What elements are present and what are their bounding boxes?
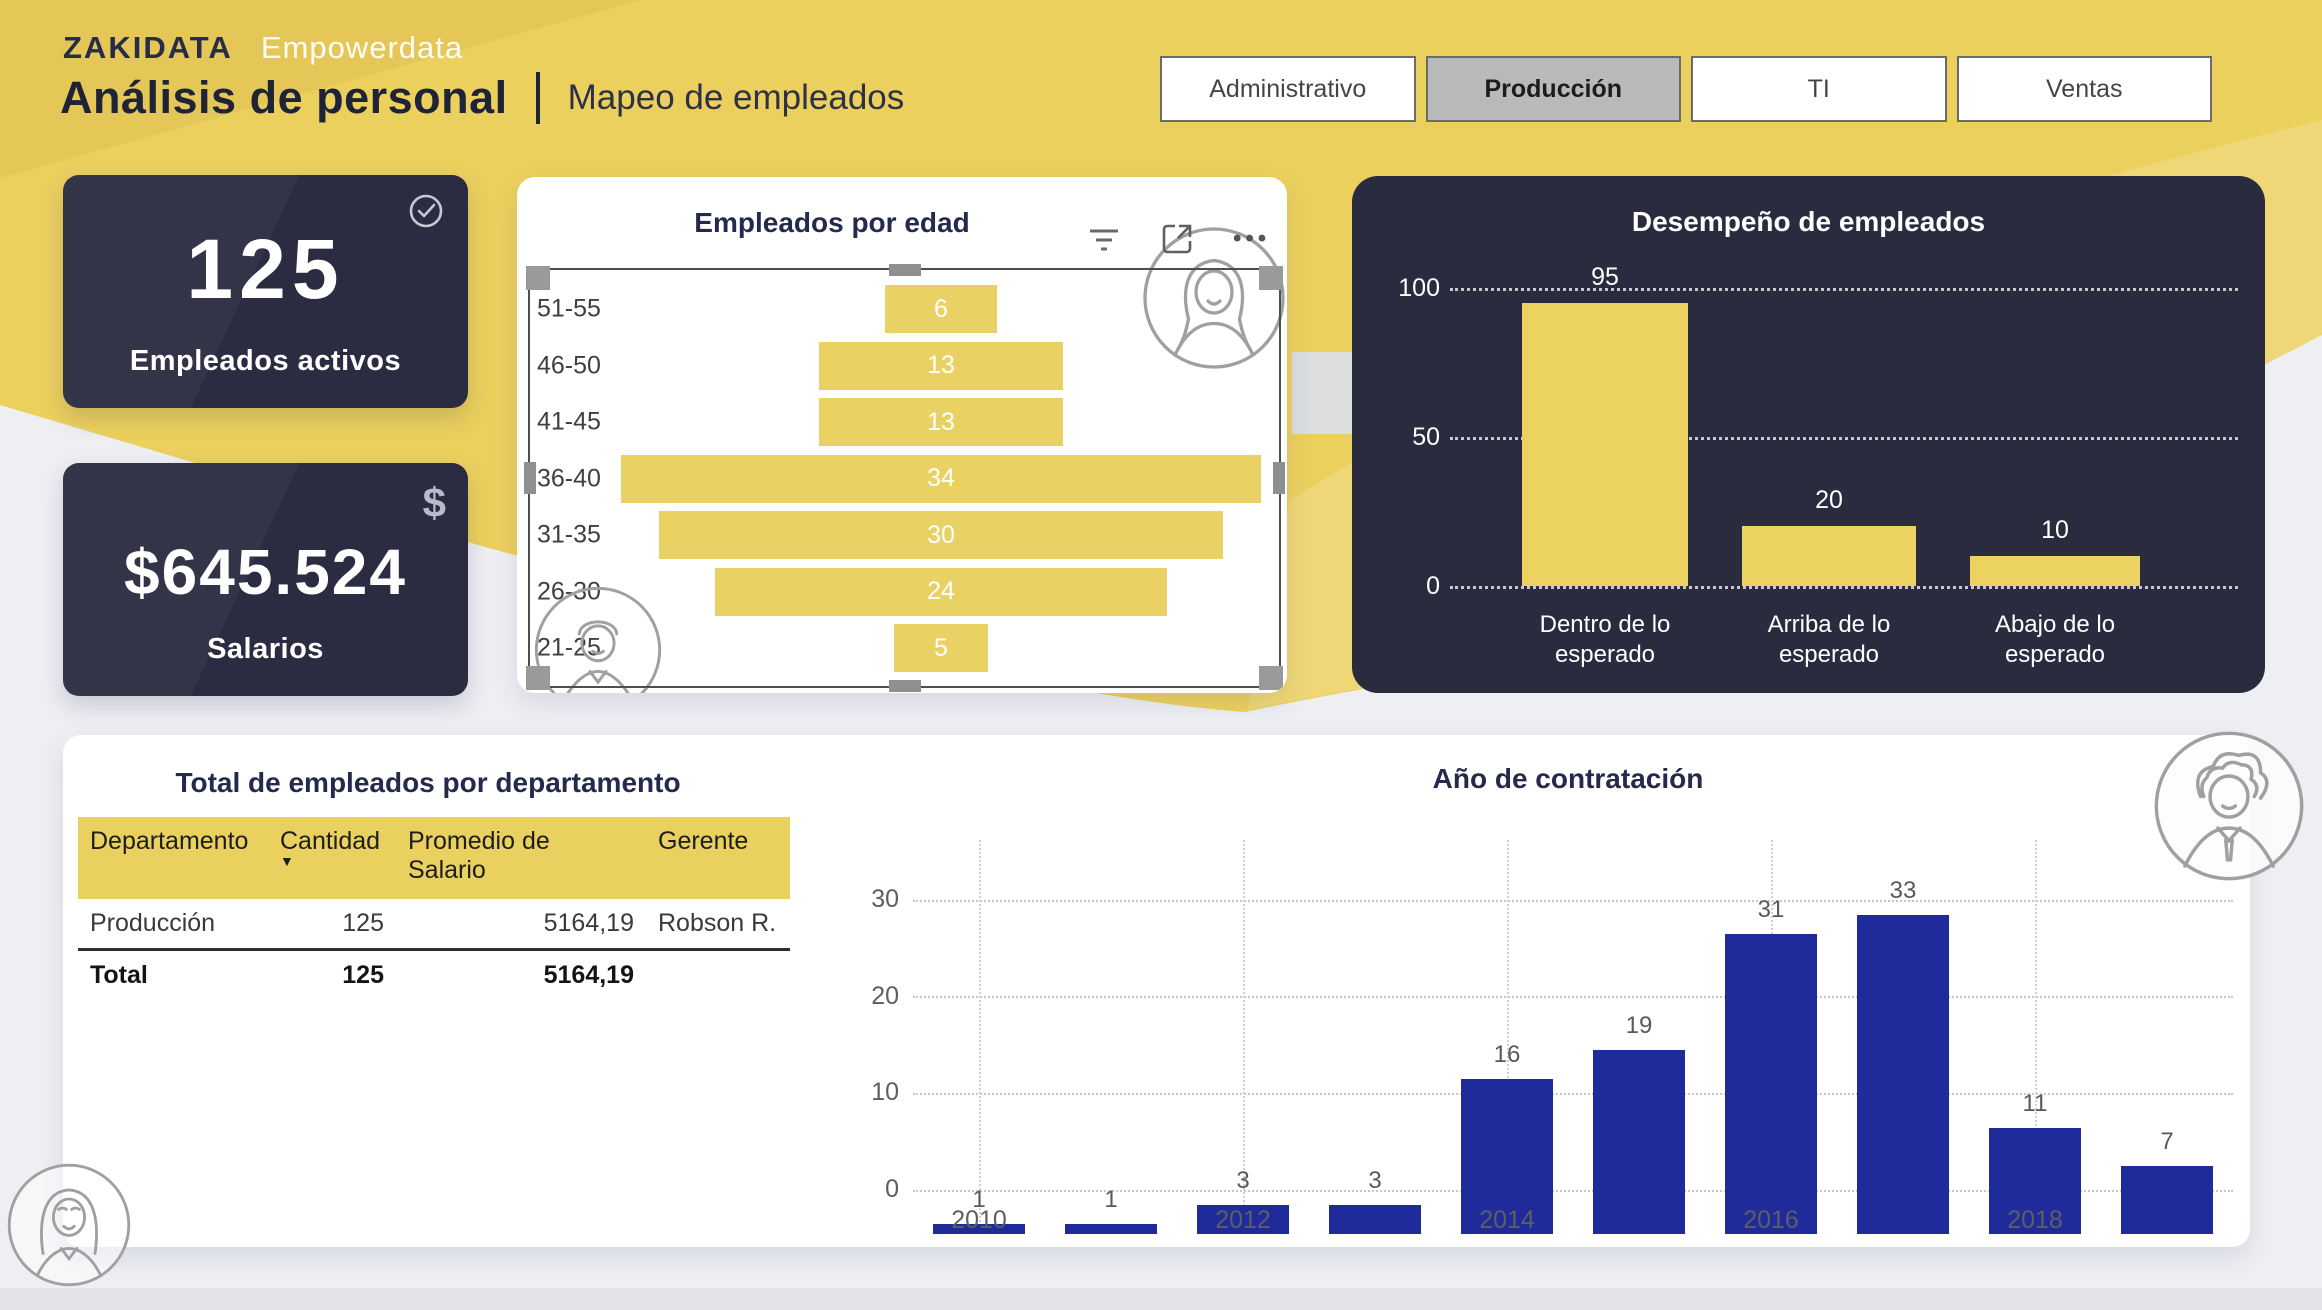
x-tick-label: 2014 [1441, 1206, 1573, 1235]
avatar-curly-man-icon [2150, 727, 2308, 885]
resize-handle-left[interactable] [524, 462, 536, 494]
y-tick-label: 20 [835, 982, 899, 1011]
resize-handle-top[interactable] [889, 264, 921, 276]
resize-handle-top-right[interactable] [1259, 266, 1283, 290]
resize-handle-top-left[interactable] [526, 266, 550, 290]
table-total-cell: Total [78, 948, 268, 1000]
bars-group: 1 1 3 3 16 19 31 33 11 7 [913, 944, 2233, 1234]
dollar-icon: $ [423, 479, 446, 527]
y-tick-label: 50 [1380, 423, 1440, 452]
resize-handle-bottom-right[interactable] [1259, 666, 1283, 690]
y-tick-label: 0 [835, 1175, 899, 1204]
x-category-label: Arriba de lo esperado [1742, 610, 1916, 670]
logo: ZAKIDATA Empowerdata [63, 30, 463, 66]
gridline [1450, 586, 2238, 589]
kpi-card-active-employees[interactable]: 125 Empleados activos [63, 175, 468, 408]
x-tick-label: 2016 [1705, 1206, 1837, 1235]
table-cell[interactable]: Robson R. [646, 899, 790, 948]
kpi-value: $645.524 [63, 535, 468, 609]
performance-bar[interactable]: 20 [1742, 526, 1916, 586]
bottom-panel-card: Total de empleados por departamento Depa… [63, 735, 2250, 1247]
page-subtitle: Mapeo de empleados [568, 78, 905, 118]
chart-title: Año de contratación [923, 763, 2213, 795]
bar-value-label: 33 [1857, 877, 1949, 905]
x-category-label: Abajo de lo esperado [1970, 610, 2140, 670]
performance-plot: 95 20 10 Dentro de lo esperado Arriba de… [1450, 288, 2238, 586]
bar-value-label: 3 [1329, 1167, 1421, 1195]
sort-descending-icon: ▼ [280, 856, 384, 866]
year-bar[interactable]: 1 [1065, 1224, 1157, 1234]
bar-value-label: 20 [1742, 486, 1916, 515]
department-table: Departamento Cantidad▼ Promedio de Salar… [78, 817, 790, 1000]
kpi-label: Empleados activos [63, 345, 468, 378]
bar-value-label: 16 [1461, 1041, 1553, 1069]
kpi-label: Salarios [63, 633, 468, 666]
page-title-row: Análisis de personal Mapeo de empleados [60, 72, 904, 124]
year-bar[interactable]: 31 [1725, 934, 1817, 1234]
chart-title: Empleados por edad [517, 207, 1147, 239]
y-tick-label: 10 [835, 1078, 899, 1107]
table-cell[interactable]: 5164,19 [396, 899, 646, 948]
bar-value-label: 1 [1065, 1186, 1157, 1214]
table-total-cell: 5164,19 [396, 948, 646, 1000]
logo-secondary: Empowerdata [261, 30, 463, 66]
visual-selection-frame[interactable] [528, 268, 1281, 688]
column-header-promedio[interactable]: Promedio de Salario [396, 817, 646, 899]
table-cell[interactable]: 125 [268, 899, 396, 948]
more-options-icon[interactable]: ••• [1233, 225, 1270, 253]
logo-primary: ZAKIDATA [63, 30, 233, 66]
bar-value-label: 95 [1522, 263, 1688, 292]
year-bar[interactable]: 33 [1857, 915, 1949, 1234]
column-header-departamento[interactable]: Departamento [78, 817, 268, 899]
table-total-cell [646, 948, 790, 1000]
filter-button-ti[interactable]: TI [1691, 56, 1947, 122]
table-title: Total de empleados por departamento [78, 767, 778, 799]
bar-value-label: 3 [1197, 1167, 1289, 1195]
y-tick-label: 100 [1380, 274, 1440, 303]
resize-handle-right[interactable] [1273, 462, 1285, 494]
bottom-edge-strip [0, 1288, 2322, 1310]
x-tick-label: 2010 [913, 1206, 1045, 1235]
filter-icon[interactable] [1087, 224, 1121, 254]
column-header-gerente[interactable]: Gerente [646, 817, 790, 899]
chart-title: Desempeño de empleados [1352, 206, 2265, 238]
page-title: Análisis de personal [60, 72, 508, 124]
year-bar[interactable]: 3 [1329, 1205, 1421, 1234]
x-category-label: Dentro de lo esperado [1522, 610, 1688, 670]
department-filter-group: Administrativo Producción TI Ventas [1160, 56, 2212, 122]
kpi-card-salaries[interactable]: $ $645.524 Salarios [63, 463, 468, 696]
filter-button-administrativo[interactable]: Administrativo [1160, 56, 1416, 122]
focus-mode-icon[interactable] [1159, 221, 1195, 257]
bar-value-label: 31 [1725, 896, 1817, 924]
background-accent-rectangle [1292, 352, 1352, 434]
year-bar[interactable]: 7 [2121, 1166, 2213, 1234]
bar-value-label: 11 [1989, 1090, 2081, 1118]
y-tick-label: 0 [1380, 572, 1440, 601]
performance-chart-card[interactable]: Desempeño de empleados 100 50 0 95 20 10… [1352, 176, 2265, 693]
dashboard-page: ZAKIDATA Empowerdata Análisis de persona… [0, 0, 2322, 1310]
avatar-woman-long-hair-icon [4, 1160, 134, 1290]
hiring-year-plot: 1 1 3 3 16 19 31 33 11 7 2010 2012 2014 … [913, 832, 2233, 1302]
year-bar[interactable]: 19 [1593, 1050, 1685, 1234]
age-funnel-chart-card[interactable]: Empleados por edad ••• [517, 177, 1287, 693]
performance-bar[interactable]: 95 [1522, 303, 1688, 586]
bar-value-label: 7 [2121, 1128, 2213, 1156]
bar-value-label: 10 [1970, 516, 2140, 545]
kpi-value: 125 [63, 221, 468, 318]
title-divider [536, 72, 540, 124]
x-tick-label: 2012 [1177, 1206, 1309, 1235]
resize-handle-bottom[interactable] [889, 680, 921, 692]
y-tick-label: 30 [835, 885, 899, 914]
resize-handle-bottom-left[interactable] [526, 666, 550, 690]
bar-value-label: 19 [1593, 1012, 1685, 1040]
table-cell[interactable]: Producción [78, 899, 268, 948]
table-total-cell: 125 [268, 948, 396, 1000]
x-tick-label: 2018 [1969, 1206, 2101, 1235]
filter-button-ventas[interactable]: Ventas [1957, 56, 2213, 122]
filter-button-produccion[interactable]: Producción [1426, 56, 1682, 122]
column-header-cantidad[interactable]: Cantidad▼ [268, 817, 396, 899]
performance-bar[interactable]: 10 [1970, 556, 2140, 586]
